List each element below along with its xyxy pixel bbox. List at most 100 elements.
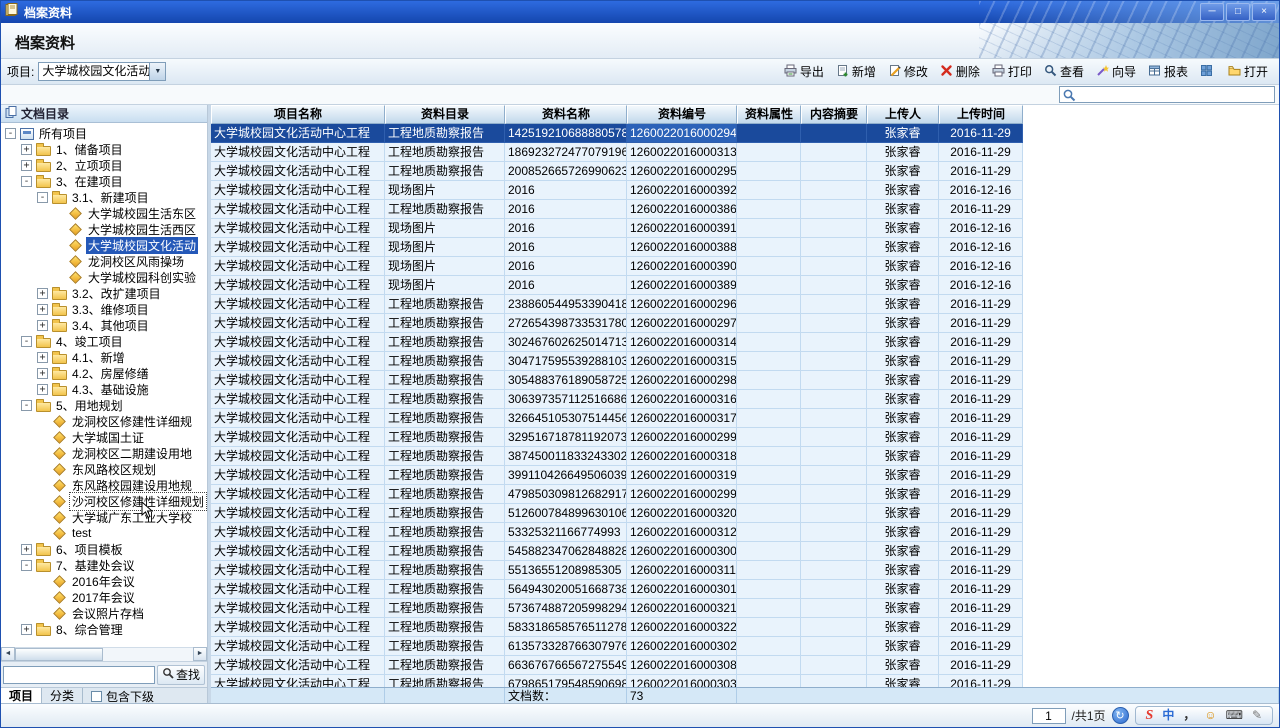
table-row[interactable]: 大学城校园文化活动中心工程 现场图片 2016 1260022016000391… bbox=[211, 219, 1023, 238]
tree-item[interactable]: 2016年会议 bbox=[1, 573, 207, 589]
grid-view-button[interactable] bbox=[1195, 62, 1221, 82]
scroll-track[interactable] bbox=[15, 647, 193, 661]
expand-toggle[interactable]: - bbox=[21, 176, 32, 187]
expand-toggle[interactable]: + bbox=[37, 352, 48, 363]
table-row[interactable]: 大学城校园文化活动中心工程 工程地质勘察报告 14251921068888057… bbox=[211, 124, 1023, 143]
table-row[interactable]: 大学城校园文化活动中心工程 工程地质勘察报告 54588234706284882… bbox=[211, 542, 1023, 561]
table-row[interactable]: 大学城校园文化活动中心工程 工程地质勘察报告 30246760262501471… bbox=[211, 333, 1023, 352]
tree-item[interactable]: + 3.4、其他项目 bbox=[1, 317, 207, 333]
table-row[interactable]: 大学城校园文化活动中心工程 工程地质勘察报告 56494302005166873… bbox=[211, 580, 1023, 599]
ime-icon[interactable]: S bbox=[1146, 708, 1154, 724]
tree-item[interactable]: 东风路校园建设用地规 bbox=[1, 477, 207, 493]
tree-item[interactable]: - 7、基建处会议 bbox=[1, 557, 207, 573]
expand-toggle[interactable]: + bbox=[37, 384, 48, 395]
tree-search-input[interactable] bbox=[3, 666, 155, 684]
table-row[interactable]: 大学城校园文化活动中心工程 工程地质勘察报告 30471759553928810… bbox=[211, 352, 1023, 371]
print-button[interactable]: 打印 bbox=[987, 61, 1037, 82]
table-row[interactable]: 大学城校园文化活动中心工程 工程地质勘察报告 23886054495339041… bbox=[211, 295, 1023, 314]
find-button[interactable]: 查找 bbox=[157, 665, 205, 685]
tree-item[interactable]: 大学城校园生活西区 bbox=[1, 221, 207, 237]
column-header[interactable]: 上传人 bbox=[867, 105, 939, 124]
column-header[interactable]: 上传时间 bbox=[939, 105, 1023, 124]
expand-toggle[interactable]: + bbox=[37, 304, 48, 315]
table-row[interactable]: 大学城校园文化活动中心工程 工程地质勘察报告 32664510530751445… bbox=[211, 409, 1023, 428]
tree-item[interactable]: + 1、储备项目 bbox=[1, 141, 207, 157]
tree-item[interactable]: - 3.1、新建项目 bbox=[1, 189, 207, 205]
expand-toggle[interactable]: - bbox=[5, 128, 16, 139]
tree-item[interactable]: 大学城校园生活东区 bbox=[1, 205, 207, 221]
table-row[interactable]: 大学城校园文化活动中心工程 现场图片 2016 1260022016000390… bbox=[211, 257, 1023, 276]
expand-toggle[interactable]: + bbox=[21, 144, 32, 155]
tree-item[interactable]: - 5、用地规划 bbox=[1, 397, 207, 413]
tree-item[interactable]: + 6、项目模板 bbox=[1, 541, 207, 557]
column-header[interactable]: 资料目录 bbox=[385, 105, 505, 124]
edit-button[interactable]: 修改 bbox=[883, 61, 933, 82]
table-row[interactable]: 大学城校园文化活动中心工程 工程地质勘察报告 27265439873353178… bbox=[211, 314, 1023, 333]
table-row[interactable]: 大学城校园文化活动中心工程 工程地质勘察报告 55136551208985305… bbox=[211, 561, 1023, 580]
table-row[interactable]: 大学城校园文化活动中心工程 工程地质勘察报告 30548837618905872… bbox=[211, 371, 1023, 390]
new-button[interactable]: 新增 bbox=[831, 61, 881, 82]
scroll-thumb[interactable] bbox=[15, 648, 103, 661]
tree-item[interactable]: + 3.3、维修项目 bbox=[1, 301, 207, 317]
tree-item[interactable]: 龙洞校区修建性详细规 bbox=[1, 413, 207, 429]
table-row[interactable]: 大学城校园文化活动中心工程 工程地质勘察报告 61357332876630797… bbox=[211, 637, 1023, 656]
table-row[interactable]: 大学城校园文化活动中心工程 工程地质勘察报告 38745001183324330… bbox=[211, 447, 1023, 466]
project-select[interactable]: 大学城校园文化活动 ▼ bbox=[38, 62, 166, 81]
table-row[interactable]: 大学城校园文化活动中心工程 工程地质勘察报告 47985030981268291… bbox=[211, 485, 1023, 504]
expand-toggle[interactable]: + bbox=[37, 320, 48, 331]
expand-toggle[interactable]: + bbox=[21, 544, 32, 555]
table-row[interactable]: 大学城校园文化活动中心工程 工程地质勘察报告 53325321166774993… bbox=[211, 523, 1023, 542]
column-header[interactable]: 资料编号 bbox=[627, 105, 737, 124]
table-row[interactable]: 大学城校园文化活动中心工程 工程地质勘察报告 2016 126002201600… bbox=[211, 200, 1023, 219]
scroll-right-button[interactable]: ► bbox=[193, 647, 207, 661]
page-nav-button[interactable]: ↻ bbox=[1112, 707, 1129, 724]
report-button[interactable]: 报表 bbox=[1143, 61, 1193, 82]
ime-icon[interactable]: ， bbox=[1183, 707, 1195, 724]
minimize-button[interactable]: ─ bbox=[1200, 3, 1224, 21]
expand-toggle[interactable]: - bbox=[21, 336, 32, 347]
tree-item[interactable]: - 所有项目 bbox=[1, 125, 207, 141]
tree-item[interactable]: 大学城校园文化活动 bbox=[1, 237, 207, 253]
table-row[interactable]: 大学城校园文化活动中心工程 工程地质勘察报告 30639735711251668… bbox=[211, 390, 1023, 409]
tree-item[interactable]: 龙洞校区风雨操场 bbox=[1, 253, 207, 269]
table-row[interactable]: 大学城校园文化活动中心工程 工程地质勘察报告 32951671878119207… bbox=[211, 428, 1023, 447]
delete-button[interactable]: 删除 bbox=[935, 61, 985, 82]
include-children-checkbox[interactable] bbox=[91, 691, 102, 702]
tree-item[interactable]: 大学城广东工业大学校 bbox=[1, 509, 207, 525]
close-button[interactable]: × bbox=[1252, 3, 1276, 21]
table-row[interactable]: 大学城校园文化活动中心工程 工程地质勘察报告 66367676656727554… bbox=[211, 656, 1023, 675]
tree-item[interactable]: + 4.3、基础设施 bbox=[1, 381, 207, 397]
chevron-down-icon[interactable]: ▼ bbox=[149, 63, 165, 80]
page-input[interactable] bbox=[1032, 708, 1066, 724]
expand-toggle[interactable]: - bbox=[37, 192, 48, 203]
tree-item[interactable]: + 4.2、房屋修缮 bbox=[1, 365, 207, 381]
tree-item[interactable]: + 2、立项项目 bbox=[1, 157, 207, 173]
expand-toggle[interactable]: - bbox=[21, 400, 32, 411]
tree-item[interactable]: 会议照片存档 bbox=[1, 605, 207, 621]
expand-toggle[interactable]: + bbox=[21, 160, 32, 171]
tree-item[interactable]: 龙洞校区二期建设用地 bbox=[1, 445, 207, 461]
tree-item[interactable]: 2017年会议 bbox=[1, 589, 207, 605]
ime-icon[interactable]: ⌨ bbox=[1226, 707, 1243, 724]
tree-item[interactable]: 大学城校园科创实验 bbox=[1, 269, 207, 285]
maximize-button[interactable]: □ bbox=[1226, 3, 1250, 21]
table-row[interactable]: 大学城校园文化活动中心工程 现场图片 2016 1260022016000388… bbox=[211, 238, 1023, 257]
tree-item[interactable]: test bbox=[1, 525, 207, 541]
tree-item[interactable]: - 4、竣工项目 bbox=[1, 333, 207, 349]
expand-toggle[interactable]: - bbox=[21, 560, 32, 571]
table-row[interactable]: 大学城校园文化活动中心工程 工程地质勘察报告 20085266572699062… bbox=[211, 162, 1023, 181]
tree-item[interactable]: 东风路校区规划 bbox=[1, 461, 207, 477]
view-button[interactable]: 查看 bbox=[1039, 61, 1089, 82]
expand-toggle[interactable]: + bbox=[37, 288, 48, 299]
column-header[interactable]: 项目名称 bbox=[211, 105, 385, 124]
table-row[interactable]: 大学城校园文化活动中心工程 工程地质勘察报告 51260078489963010… bbox=[211, 504, 1023, 523]
tree-item[interactable]: 大学城国土证 bbox=[1, 429, 207, 445]
ime-icon[interactable]: ✎ bbox=[1252, 707, 1262, 724]
expand-toggle[interactable]: + bbox=[21, 624, 32, 635]
tree-item[interactable]: + 3.2、改扩建项目 bbox=[1, 285, 207, 301]
scroll-left-button[interactable]: ◄ bbox=[1, 647, 15, 661]
table-row[interactable]: 大学城校园文化活动中心工程 工程地质勘察报告 57367488720599829… bbox=[211, 599, 1023, 618]
table-row[interactable]: 大学城校园文化活动中心工程 现场图片 2016 1260022016000392… bbox=[211, 181, 1023, 200]
column-header[interactable]: 资料名称 bbox=[505, 105, 627, 124]
search-input[interactable] bbox=[1078, 87, 1272, 102]
